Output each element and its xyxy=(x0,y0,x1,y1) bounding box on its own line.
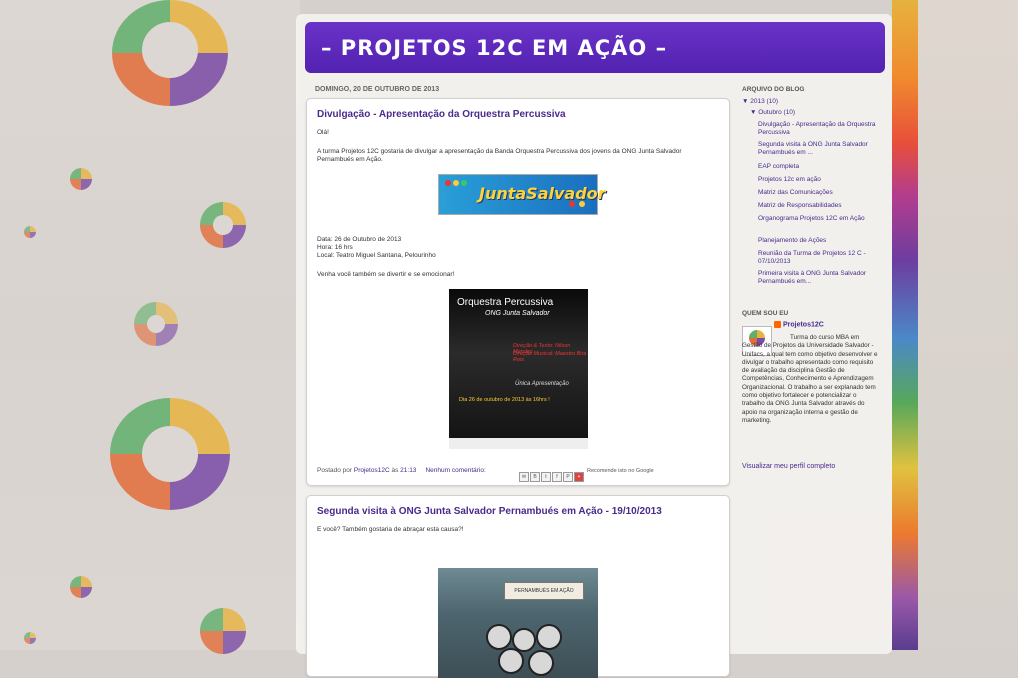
archive-month[interactable]: ▼ Outubro (10) xyxy=(750,109,795,117)
gear-tiny-icon xyxy=(70,168,92,190)
gear-tiny-icon xyxy=(24,632,36,644)
profile-name[interactable]: Projetos12C xyxy=(774,321,824,328)
drum-shape xyxy=(486,624,512,650)
archive-post-link[interactable]: Matriz das Comunicações xyxy=(758,189,876,197)
post-time-link[interactable]: 21:13 xyxy=(400,467,416,474)
comments-link[interactable]: Nenhum comentário: xyxy=(425,467,485,474)
poster-sponsor-strip xyxy=(449,438,588,449)
date-header: DOMINGO, 20 DE OUTUBRO DE 2013 xyxy=(315,86,440,93)
share-buttons: ✉ Bt f P + xyxy=(519,465,585,483)
post-title[interactable]: Segunda visita à ONG Junta Salvador Pern… xyxy=(317,506,662,517)
blog-title[interactable]: – PROJETOS 12C EM AÇÃO – xyxy=(321,36,667,60)
gear-small-icon xyxy=(200,608,246,654)
archive-post-link[interactable]: Organograma Projetos 12C em Ação xyxy=(758,215,876,223)
gear-center xyxy=(142,426,198,482)
twitter-icon[interactable]: t xyxy=(541,472,551,482)
photo-sign: PERNAMBUÉS EM AÇÃO xyxy=(504,582,584,600)
google-plus-icon[interactable]: + xyxy=(574,472,584,482)
post-time-line: Hora: 16 hrs xyxy=(317,244,353,251)
author-link[interactable]: Projetos12C xyxy=(354,467,390,474)
poster-unica: Única Apresentação xyxy=(515,381,569,387)
profile-description: Turma do curso MBA em Gestão de Projetos… xyxy=(742,334,878,424)
gear-center xyxy=(213,215,233,235)
archive-month-label: ▼ Outubro (10) xyxy=(750,109,796,116)
sidebar: ARQUIVO DO BLOG ▼ 2013 (10) ▼ Outubro (1… xyxy=(742,86,878,470)
blogger-icon xyxy=(774,321,781,328)
recommend-google[interactable]: Recomende isto no Google xyxy=(587,468,654,474)
flower-icon xyxy=(461,180,467,186)
junta-salvador-banner: JuntaSalvador xyxy=(438,174,606,215)
gear-tiny-icon xyxy=(24,226,36,238)
flower-icon xyxy=(445,180,451,186)
color-stripe xyxy=(892,0,918,650)
post-closing: Venha você também se divertir e se emoci… xyxy=(317,271,455,278)
archive-post-link[interactable]: Matriz de Responsabilidades xyxy=(758,202,876,210)
post-greeting: Olá! xyxy=(317,129,329,136)
post-location-line: Local: Teatro Miguel Santana, Pelourinho xyxy=(317,252,436,259)
email-icon[interactable]: ✉ xyxy=(519,472,529,482)
archive-year[interactable]: ▼ 2013 (10) xyxy=(742,98,778,106)
facebook-icon[interactable]: f xyxy=(552,472,562,482)
posted-by-label: Postado por xyxy=(317,467,353,474)
archive-post-link[interactable]: Divulgação - Apresentação da Orquestra P… xyxy=(758,121,876,137)
drum-shape xyxy=(536,624,562,650)
page-background-far-right xyxy=(918,0,1018,650)
archive-title: ARQUIVO DO BLOG xyxy=(742,86,805,93)
view-profile-link[interactable]: Visualizar meu perfil completo xyxy=(742,463,835,470)
gear-center xyxy=(147,315,165,333)
profile-name-label: Projetos12C xyxy=(782,321,824,329)
blog-post: Divulgação - Apresentação da Orquestra P… xyxy=(306,98,730,486)
gear-tiny-icon xyxy=(70,576,92,598)
blogthis-icon[interactable]: B xyxy=(530,472,540,482)
banner-text: JuntaSalvador xyxy=(479,184,606,203)
visit-photo[interactable]: PERNAMBUÉS EM AÇÃO xyxy=(438,568,598,678)
flower-icon xyxy=(453,180,459,186)
drum-shape xyxy=(528,650,554,676)
poster-date: Dia 26 de outubro de 2013 às 16hrs ! xyxy=(459,397,550,403)
drum-shape xyxy=(498,648,524,674)
gear-center xyxy=(142,22,198,78)
post-intro: A turma Projetos 12C gostaria de divulga… xyxy=(317,148,682,163)
archive-post-link[interactable]: Planejamento de Ações xyxy=(758,237,876,245)
post-text: E você? Também gostaria de abraçar esta … xyxy=(317,526,464,533)
archive-post-link[interactable]: EAP completa xyxy=(758,163,876,171)
about-title: QUEM SOU EU xyxy=(742,310,789,317)
archive-post-link[interactable]: Reunião da Turma de Projetos 12 C - 07/1… xyxy=(758,250,876,266)
post-footer: Postado por Projetos12C às 21:13 Nenhum … xyxy=(317,467,486,474)
post-title[interactable]: Divulgação - Apresentação da Orquestra P… xyxy=(317,109,566,120)
poster-credit: Direção Musical: Maestro Bira Reis xyxy=(513,351,587,363)
archive-year-label: ▼ 2013 (10) xyxy=(742,98,779,105)
pinterest-icon[interactable]: P xyxy=(563,472,573,482)
blog-header: – PROJETOS 12C EM AÇÃO – xyxy=(305,22,885,73)
archive-post-link[interactable]: Projetos 12c em ação xyxy=(758,176,876,184)
post-date-line: Data: 26 de Outubro de 2013 xyxy=(317,236,402,243)
at-label: às xyxy=(391,467,399,474)
orquestra-poster[interactable]: Orquestra Percussiva ONG Junta Salvador … xyxy=(449,289,588,449)
poster-title: Orquestra Percussiva xyxy=(457,297,554,308)
archive-post-link[interactable]: Segunda visita à ONG Junta Salvador Pern… xyxy=(758,141,876,157)
poster-subtitle: ONG Junta Salvador xyxy=(485,310,550,317)
archive-post-link[interactable]: Primeira visita à ONG Junta Salvador Per… xyxy=(758,270,876,286)
